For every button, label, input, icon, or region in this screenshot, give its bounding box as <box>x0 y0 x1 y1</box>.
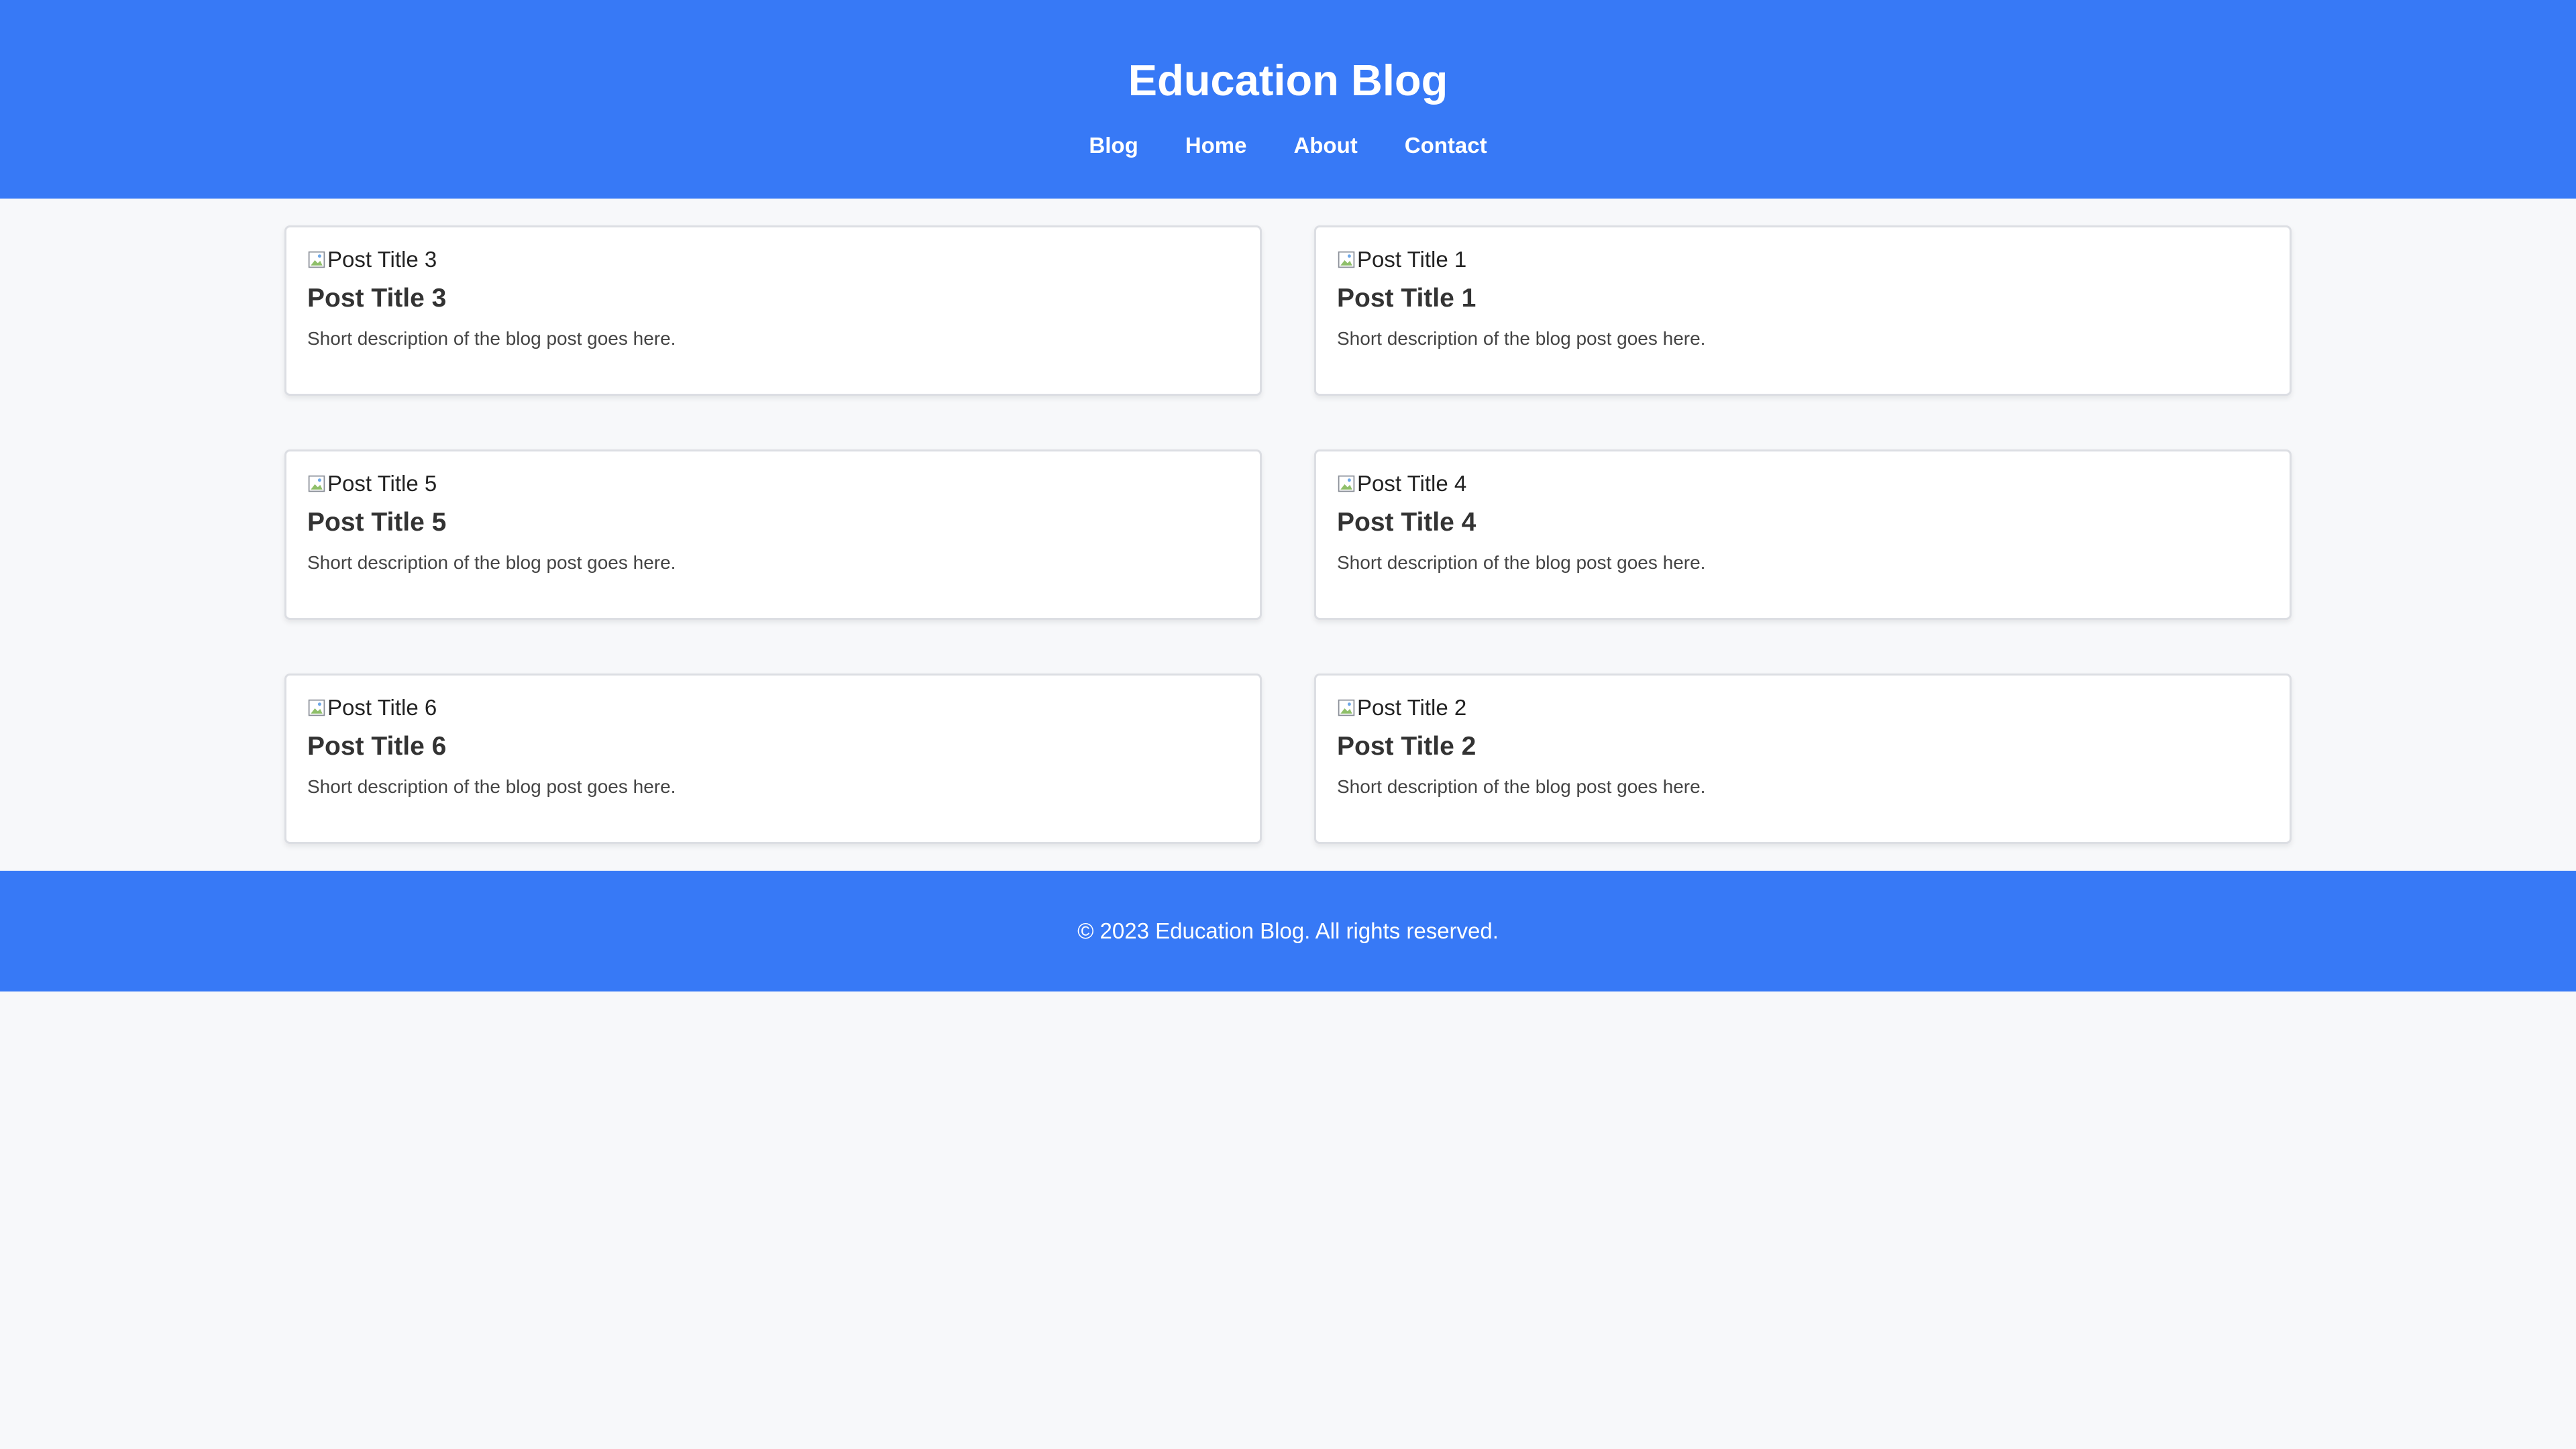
broken-image-icon <box>1338 251 1355 268</box>
site-footer: © 2023 Education Blog. All rights reserv… <box>0 871 2576 991</box>
post-image-alt-text: Post Title 1 <box>1357 247 1467 272</box>
broken-image-icon <box>1338 699 1355 716</box>
post-card[interactable]: Post Title 4 Post Title 4 Short descript… <box>1314 449 2292 620</box>
post-title[interactable]: Post Title 2 <box>1337 731 2269 763</box>
site-title: Education Blog <box>1128 56 1448 105</box>
main-nav: Blog Home About Contact <box>0 132 2576 159</box>
post-card[interactable]: Post Title 1 Post Title 1 Short descript… <box>1314 225 2292 396</box>
nav-link-blog[interactable]: Blog <box>1089 132 1138 159</box>
broken-image-icon <box>308 251 325 268</box>
post-image[interactable]: Post Title 1 <box>1337 245 2269 274</box>
nav-link-about[interactable]: About <box>1293 132 1357 159</box>
post-image-alt-text: Post Title 4 <box>1357 471 1467 496</box>
post-description: Short description of the blog post goes … <box>307 328 676 349</box>
post-image-alt-text: Post Title 6 <box>327 695 437 720</box>
post-description: Short description of the blog post goes … <box>1337 552 1706 573</box>
broken-image-icon <box>1338 475 1355 492</box>
posts-grid: Post Title 3 Post Title 3 Short descript… <box>284 199 2292 871</box>
post-image-alt-text: Post Title 5 <box>327 471 437 496</box>
site-header: Education Blog Blog Home About Contact <box>0 0 2576 199</box>
nav-link-home[interactable]: Home <box>1185 132 1247 159</box>
nav-link-contact[interactable]: Contact <box>1405 132 1487 159</box>
copyright-text: © 2023 Education Blog. All rights reserv… <box>1077 918 1499 943</box>
post-card[interactable]: Post Title 3 Post Title 3 Short descript… <box>284 225 1262 396</box>
post-title[interactable]: Post Title 1 <box>1337 282 2269 315</box>
post-title[interactable]: Post Title 5 <box>307 506 1239 539</box>
broken-image-icon <box>308 699 325 716</box>
post-image-alt-text: Post Title 2 <box>1357 695 1467 720</box>
post-title[interactable]: Post Title 4 <box>1337 506 2269 539</box>
post-image[interactable]: Post Title 4 <box>1337 469 2269 498</box>
post-image[interactable]: Post Title 2 <box>1337 693 2269 722</box>
post-description: Short description of the blog post goes … <box>1337 776 1706 797</box>
post-image[interactable]: Post Title 5 <box>307 469 1239 498</box>
broken-image-icon <box>308 475 325 492</box>
post-image-alt-text: Post Title 3 <box>327 247 437 272</box>
post-card[interactable]: Post Title 2 Post Title 2 Short descript… <box>1314 674 2292 844</box>
post-image[interactable]: Post Title 3 <box>307 245 1239 274</box>
post-card[interactable]: Post Title 5 Post Title 5 Short descript… <box>284 449 1262 620</box>
post-title[interactable]: Post Title 3 <box>307 282 1239 315</box>
post-card[interactable]: Post Title 6 Post Title 6 Short descript… <box>284 674 1262 844</box>
post-description: Short description of the blog post goes … <box>307 776 676 797</box>
post-description: Short description of the blog post goes … <box>307 552 676 573</box>
post-title[interactable]: Post Title 6 <box>307 731 1239 763</box>
post-description: Short description of the blog post goes … <box>1337 328 1706 349</box>
post-image[interactable]: Post Title 6 <box>307 693 1239 722</box>
